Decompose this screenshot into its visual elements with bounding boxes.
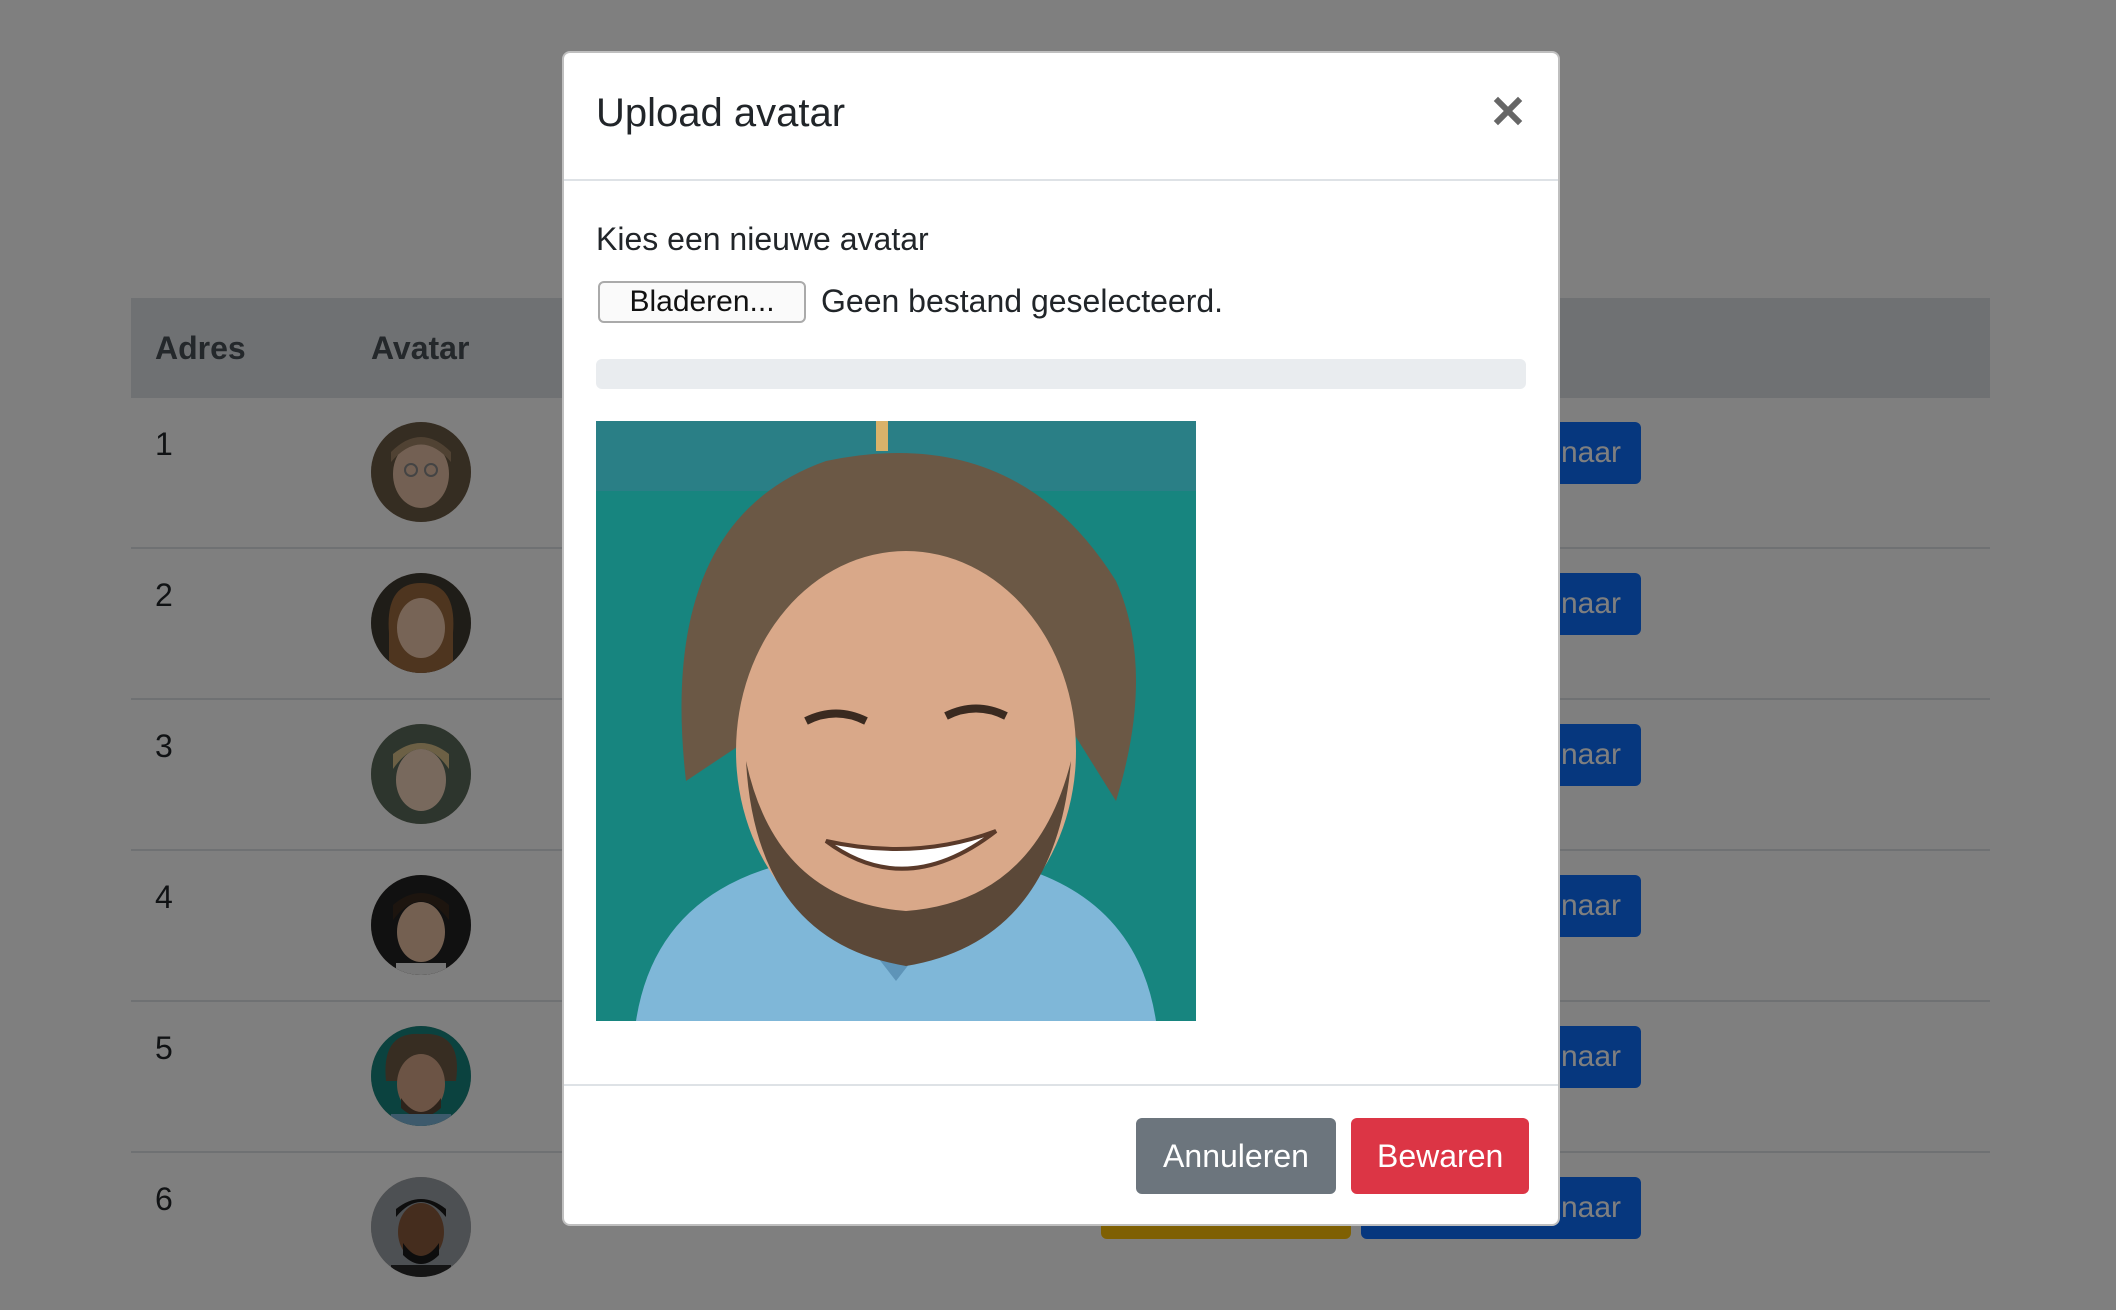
avatar-preview-image (596, 421, 1196, 1021)
close-icon (1493, 96, 1523, 126)
avatar-label: Kies een nieuwe avatar (596, 221, 929, 257)
browse-button[interactable]: Bladeren... (598, 281, 806, 323)
upload-progress (596, 359, 1526, 389)
save-button[interactable]: Bewaren (1351, 1118, 1529, 1194)
file-status: Geen bestand geselecteerd. (821, 283, 1224, 319)
upload-avatar-modal: Upload avatar Kies een nieuwe avatar Bla… (562, 51, 1560, 1226)
modal-header: Upload avatar (564, 53, 1558, 181)
modal-title: Upload avatar (596, 91, 846, 135)
cancel-button[interactable]: Annuleren (1136, 1118, 1336, 1194)
modal-footer: Annuleren Bewaren (564, 1084, 1558, 1224)
close-button[interactable] (1488, 91, 1528, 131)
modal-body: Kies een nieuwe avatar Bladeren... Geen … (564, 181, 1558, 1137)
